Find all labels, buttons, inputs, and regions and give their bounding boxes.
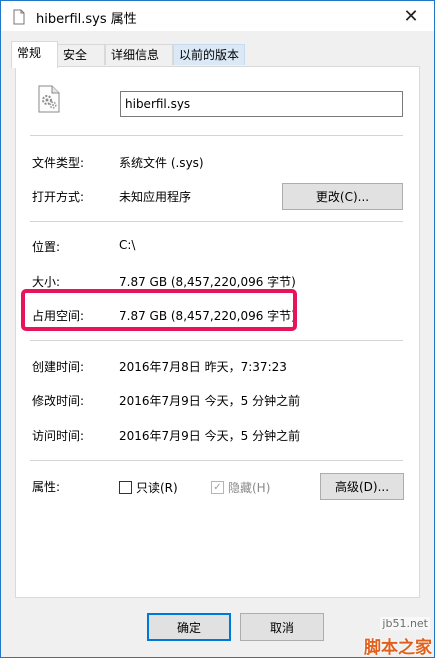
opens-with-value: 未知应用程序 xyxy=(119,190,192,204)
properties-window: hiberfil.sys 属性 ✕ 常规 安全 详细信息 以前的版本 文件类型:… xyxy=(0,0,435,658)
accessed-label: 访问时间: xyxy=(32,429,85,443)
general-panel: 文件类型: 系统文件 (.sys) 打开方式: 未知应用程序 更改(C)... … xyxy=(15,66,420,598)
system-file-gear-icon xyxy=(38,85,60,113)
accessed-value: 2016年7月9日 今天，5 分钟之前 xyxy=(119,429,301,443)
modified-label: 修改时间: xyxy=(32,394,85,408)
readonly-checkbox[interactable]: 只读(R) xyxy=(119,479,178,496)
watermark-url: jb51.net xyxy=(380,617,430,630)
size-value: 7.87 GB (8,457,220,096 字节) xyxy=(119,275,296,289)
attributes-label: 属性: xyxy=(32,480,61,494)
ok-button[interactable]: 确定 xyxy=(147,613,231,641)
size-on-disk-label: 占用空间: xyxy=(32,309,85,323)
close-icon[interactable]: ✕ xyxy=(388,1,434,31)
window-title: hiberfil.sys 属性 xyxy=(36,12,137,27)
modified-value: 2016年7月9日 今天，5 分钟之前 xyxy=(119,394,301,408)
opens-with-label: 打开方式: xyxy=(32,190,85,204)
size-on-disk-value: 7.87 GB (8,457,220,096 字节) xyxy=(119,309,296,323)
tab-previous-versions[interactable]: 以前的版本 xyxy=(173,44,245,65)
checkbox-box[interactable] xyxy=(119,481,132,494)
cancel-button[interactable]: 取消 xyxy=(240,613,324,641)
size-label: 大小: xyxy=(32,275,61,289)
readonly-label: 只读(R) xyxy=(136,481,178,495)
change-button[interactable]: 更改(C)... xyxy=(282,183,403,210)
file-type-label: 文件类型: xyxy=(32,156,85,170)
created-label: 创建时间: xyxy=(32,360,85,374)
watermark-brand: 脚本之家 xyxy=(364,638,432,658)
title-bar[interactable]: hiberfil.sys 属性 ✕ xyxy=(1,1,434,31)
filename-input[interactable] xyxy=(120,91,403,117)
tab-strip: 常规 安全 详细信息 以前的版本 xyxy=(1,31,434,68)
checkmark-icon[interactable]: ✓ xyxy=(211,481,224,494)
advanced-button[interactable]: 高级(D)... xyxy=(320,473,404,500)
location-value: C:\ xyxy=(119,238,136,252)
separator xyxy=(30,135,403,136)
tab-security[interactable]: 安全 xyxy=(57,44,105,65)
location-label: 位置: xyxy=(32,240,61,254)
tab-general[interactable]: 常规 xyxy=(11,41,58,68)
separator xyxy=(30,460,403,461)
hidden-checkbox[interactable]: ✓ 隐藏(H) xyxy=(211,479,270,496)
separator xyxy=(30,340,403,341)
separator xyxy=(30,221,403,222)
file-type-value: 系统文件 (.sys) xyxy=(119,156,204,170)
tab-details[interactable]: 详细信息 xyxy=(105,44,173,65)
created-value: 2016年7月8日 昨天，7:37:23 xyxy=(119,360,287,374)
document-icon xyxy=(11,9,27,25)
hidden-label: 隐藏(H) xyxy=(228,481,271,495)
